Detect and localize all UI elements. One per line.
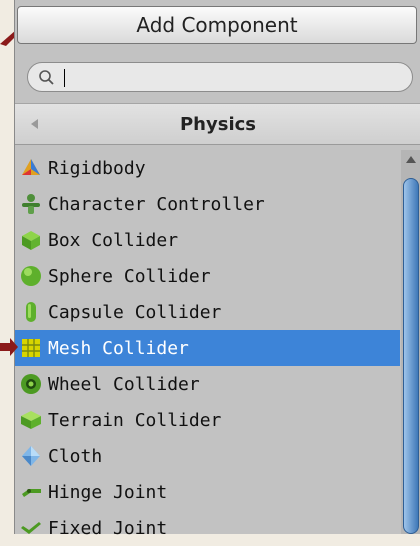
terrain-collider-icon (18, 407, 44, 433)
list-item-label: Wheel Collider (48, 373, 200, 395)
box-collider-icon (18, 227, 44, 253)
list-item-label: Character Controller (48, 193, 265, 215)
fixed-joint-icon (18, 515, 44, 541)
text-caret (64, 69, 65, 87)
annotation-arrow-middle (0, 338, 18, 356)
hinge-joint-icon (18, 479, 44, 505)
rigidbody-icon (18, 155, 44, 181)
list-item-fixed-joint[interactable]: Fixed Joint (15, 510, 400, 546)
add-component-panel: Add Component Physics Rigidbody Characte… (14, 0, 420, 539)
cloth-icon (18, 443, 44, 469)
category-title: Physics (179, 114, 256, 135)
list-item-label: Sphere Collider (48, 265, 211, 287)
list-item-label: Cloth (48, 445, 103, 467)
scrollbar-thumb[interactable] (403, 178, 419, 534)
list-item-label: Mesh Collider (48, 337, 189, 359)
search-field[interactable] (27, 62, 413, 92)
scroll-up-arrow-icon[interactable] (406, 156, 416, 163)
list-item-label: Box Collider (48, 229, 179, 251)
list-item-mesh-collider[interactable]: Mesh Collider (15, 330, 400, 366)
list-item-terrain-collider[interactable]: Terrain Collider (15, 402, 400, 438)
vertical-scrollbar[interactable] (401, 150, 420, 534)
component-list: Rigidbody Character Controller Box Colli… (15, 150, 400, 539)
list-item-label: Hinge Joint (48, 481, 168, 503)
list-item-rigidbody[interactable]: Rigidbody (15, 150, 400, 186)
sphere-collider-icon (18, 263, 44, 289)
list-item-label: Fixed Joint (48, 517, 168, 539)
category-header: Physics (15, 103, 420, 145)
search-icon (39, 70, 54, 85)
list-item-hinge-joint[interactable]: Hinge Joint (15, 474, 400, 510)
list-item-character-controller[interactable]: Character Controller (15, 186, 400, 222)
list-item-wheel-collider[interactable]: Wheel Collider (15, 366, 400, 402)
wheel-collider-icon (18, 371, 44, 397)
mesh-collider-icon (18, 335, 44, 361)
list-item-box-collider[interactable]: Box Collider (15, 222, 400, 258)
add-component-button[interactable]: Add Component (17, 6, 417, 44)
list-item-label: Terrain Collider (48, 409, 222, 431)
list-item-cloth[interactable]: Cloth (15, 438, 400, 474)
search-input[interactable] (60, 66, 404, 90)
list-item-label: Capsule Collider (48, 301, 222, 323)
list-item-capsule-collider[interactable]: Capsule Collider (15, 294, 400, 330)
character-controller-icon (18, 191, 44, 217)
list-item-label: Rigidbody (48, 157, 146, 179)
capsule-collider-icon (18, 299, 44, 325)
list-item-sphere-collider[interactable]: Sphere Collider (15, 258, 400, 294)
